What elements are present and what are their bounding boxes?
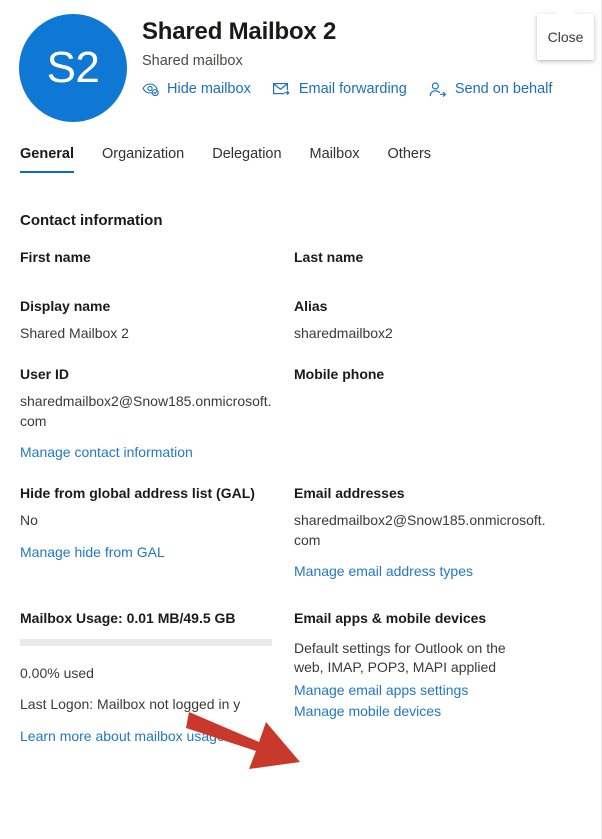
hide-mailbox-action[interactable]: Hide mailbox (142, 82, 251, 97)
general-tab-content: Contact information First name Last name… (20, 212, 580, 746)
hide-from-gal-label: Hide from global address list (GAL) (20, 484, 255, 501)
tab-delegation[interactable]: Delegation (198, 144, 295, 173)
manage-email-address-types-link[interactable]: Manage email address types (294, 561, 568, 581)
field-hide-from-gal: Hide from global address list (GAL) No M… (20, 485, 294, 582)
header-actions: Hide mailbox Email forwarding Send on be… (142, 81, 552, 98)
mailbox-percent-used: 0.00% used (20, 664, 94, 681)
alias-value: sharedmailbox2 (294, 325, 393, 341)
mailbox-usage-progress-bar (20, 638, 272, 646)
tab-others-label: Others (387, 146, 432, 162)
tab-others[interactable]: Others (374, 144, 446, 173)
page-title: Shared Mailbox 2 (142, 18, 337, 45)
field-first-name: First name (20, 249, 294, 276)
alias-label: Alias (294, 297, 328, 314)
tab-general[interactable]: General (20, 144, 88, 174)
last-name-label: Last name (294, 249, 364, 265)
learn-more-mailbox-usage-link[interactable]: Learn more about mailbox usage (20, 726, 294, 746)
contact-fields-grid: First name Last name Display name Shared… (20, 249, 580, 746)
mailbox-usage-title: Mailbox Usage: 0.01 MB/49.5 GB (20, 609, 236, 626)
send-on-behalf-action[interactable]: Send on behalf (429, 81, 553, 98)
field-user-id: User ID sharedmailbox2@Snow185.onmicroso… (20, 366, 294, 463)
tab-mailbox-label: Mailbox (309, 146, 360, 162)
field-last-name: Last name (294, 249, 568, 276)
envelope-forward-icon (272, 82, 291, 97)
first-name-label: First name (20, 249, 91, 265)
manage-contact-information-link[interactable]: Manage contact information (20, 442, 294, 462)
display-name-label: Display name (20, 297, 111, 314)
mobile-phone-label: Mobile phone (294, 365, 385, 382)
tab-delegation-label: Delegation (212, 146, 282, 162)
manage-hide-from-gal-link[interactable]: Manage hide from GAL (20, 542, 294, 562)
mailbox-last-logon: Last Logon: Mailbox not logged in y (20, 695, 241, 712)
hide-mailbox-eye-icon (142, 82, 159, 97)
manage-mobile-devices-link[interactable]: Manage mobile devices (294, 701, 568, 721)
email-apps-title: Email apps & mobile devices (294, 609, 487, 626)
tab-organization[interactable]: Organization (88, 144, 198, 173)
shared-mailbox-details-panel: S2 Shared Mailbox 2 Shared mailbox Hide … (0, 0, 602, 839)
tab-organization-label: Organization (102, 146, 185, 162)
close-label: Close (547, 29, 584, 45)
email-apps-block: Email apps & mobile devices Default sett… (294, 610, 568, 747)
display-name-value: Shared Mailbox 2 (20, 325, 129, 341)
user-id-value: sharedmailbox2@Snow185.onmicrosoft.com (20, 393, 272, 429)
close-button[interactable]: Close (537, 14, 594, 60)
manage-email-apps-settings-link[interactable]: Manage email apps settings (294, 680, 568, 700)
field-alias: Alias sharedmailbox2 (294, 298, 568, 344)
header-text-block: Shared Mailbox 2 Shared mailbox Hide mai… (142, 18, 552, 98)
email-addresses-value: sharedmailbox2@Snow185.onmicrosoft.com (294, 512, 546, 548)
avatar-initials: S2 (46, 43, 100, 92)
field-mobile-phone: Mobile phone (294, 366, 568, 463)
send-on-behalf-label: Send on behalf (454, 81, 553, 98)
tab-general-label: General (20, 146, 74, 162)
person-arrow-icon (429, 82, 447, 97)
hide-from-gal-value: No (20, 512, 38, 529)
user-id-label: User ID (20, 365, 70, 382)
panel-header: S2 Shared Mailbox 2 Shared mailbox Hide … (0, 0, 602, 122)
hide-mailbox-label: Hide mailbox (167, 81, 251, 98)
contact-information-heading: Contact information (20, 212, 163, 229)
email-forwarding-label: Email forwarding (298, 81, 407, 98)
mailbox-usage-block: Mailbox Usage: 0.01 MB/49.5 GB 0.00% use… (20, 610, 294, 747)
tab-mailbox[interactable]: Mailbox (296, 144, 374, 173)
email-apps-description: Default settings for Outlook on the web,… (294, 639, 506, 676)
avatar: S2 (19, 14, 127, 122)
field-email-addresses: Email addresses sharedmailbox2@Snow185.o… (294, 485, 568, 582)
tab-bar: General Organization Delegation Mailbox … (20, 144, 446, 174)
email-addresses-label: Email addresses (294, 484, 405, 501)
field-display-name: Display name Shared Mailbox 2 (20, 298, 294, 344)
email-forwarding-action[interactable]: Email forwarding (272, 81, 407, 98)
page-subtitle: Shared mailbox (142, 52, 243, 69)
